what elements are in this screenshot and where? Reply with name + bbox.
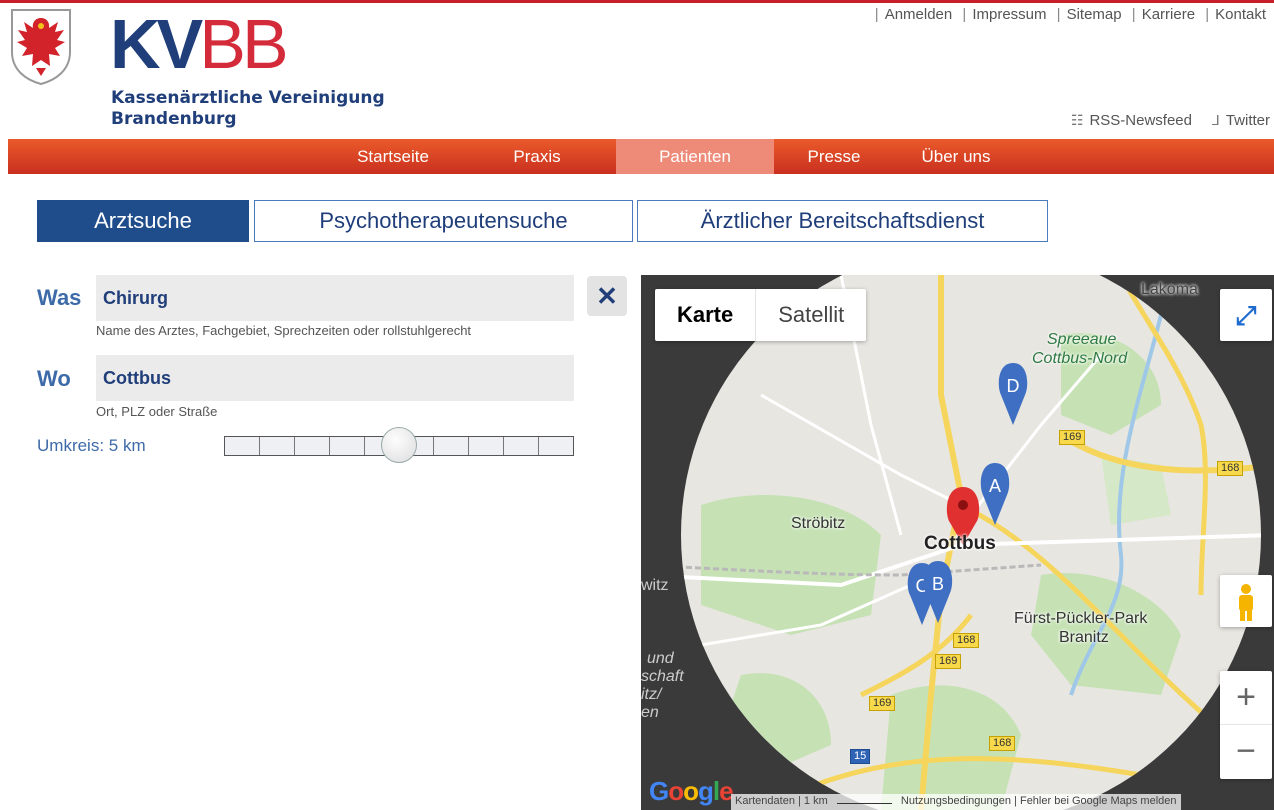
kartendaten-link[interactable]: Kartendaten <box>735 795 795 807</box>
logo-subtitle-line2: Brandenburg <box>111 109 237 129</box>
twitter-link[interactable]: ⅃ Twitter <box>1212 112 1270 129</box>
map-scale: 1 km <box>803 795 828 807</box>
map-type-control: Karte Satellit <box>655 289 867 341</box>
nav-patienten[interactable]: Patienten <box>616 139 774 174</box>
was-label: Was <box>37 285 82 310</box>
map-label-witz: witz <box>641 577 669 594</box>
svg-text:D: D <box>1007 376 1020 396</box>
road-169-b: 169 <box>935 654 962 669</box>
wo-hint: Ort, PLZ oder Straße <box>96 404 218 419</box>
terms-link[interactable]: Nutzungsbedingungen <box>901 795 1011 807</box>
map-label-schaft: schaft <box>641 668 684 685</box>
svg-text:A: A <box>989 476 1001 496</box>
social-links: ☷ RSS-Newsfeed ⅃ Twitter <box>1071 112 1270 129</box>
road-168-b: 168 <box>953 633 980 648</box>
top-accent-line <box>0 0 1274 3</box>
road-169-a: 169 <box>1059 430 1086 445</box>
logo-kv: KV <box>110 5 203 83</box>
expand-icon: ⤢ <box>1235 300 1257 330</box>
road-169-c: 169 <box>869 696 896 711</box>
map-label-stroebitz: Ströbitz <box>791 515 846 532</box>
zoom-in-button[interactable]: + <box>1220 671 1272 725</box>
link-anmelden[interactable]: Anmelden <box>885 6 953 23</box>
nav-praxis[interactable]: Praxis <box>487 139 587 174</box>
road-168-a: 168 <box>1217 461 1244 476</box>
map-label-cottbus: Cottbus <box>924 533 996 554</box>
map-panel[interactable]: D A C B Lakoma Spreeaue Cottbus-Nord Str… <box>641 275 1274 810</box>
street-view-pegman[interactable] <box>1220 575 1272 627</box>
radius-slider-handle[interactable] <box>381 427 417 463</box>
fullscreen-button[interactable]: ⤢ <box>1220 289 1272 341</box>
google-logo[interactable]: Google <box>649 776 734 807</box>
tab-bereitschaftsdienst[interactable]: Ärztlicher Bereitschaftsdienst <box>637 200 1048 242</box>
map-type-satellit[interactable]: Satellit <box>756 289 866 341</box>
clear-button[interactable]: ✕ <box>587 276 627 316</box>
report-link[interactable]: Fehler bei Google Maps melden <box>1020 795 1177 807</box>
map-label-branitz: Branitz <box>1059 629 1109 646</box>
was-hint: Name des Arztes, Fachgebiet, Sprechzeite… <box>96 323 472 338</box>
map-label-fuerst: Fürst-Pückler-Park <box>1014 610 1148 627</box>
twitter-label: Twitter <box>1225 112 1270 129</box>
top-links: | Anmelden | Impressum | Sitemap | Karriere … <box>874 6 1266 23</box>
logo-subtitle: Kassenärztliche Vereinigung Brandenburg <box>111 88 385 130</box>
map-label-cottbus-nord: Cottbus-Nord <box>1032 350 1128 367</box>
nav-presse[interactable]: Presse <box>774 139 894 174</box>
link-kontakt[interactable]: Kontakt <box>1215 6 1266 23</box>
pegman-icon <box>1239 584 1253 621</box>
map-label-en: en <box>641 704 659 721</box>
nav-startseite[interactable]: Startseite <box>333 139 453 174</box>
rss-link[interactable]: ☷ RSS-Newsfeed <box>1071 112 1192 129</box>
map-label-lakoma: Lakoma <box>1141 281 1198 298</box>
map-label-itz: itz/ <box>641 686 662 703</box>
wo-input[interactable]: Cottbus <box>96 355 574 401</box>
logo-wordmark[interactable]: KVBB <box>110 5 289 83</box>
svg-text:B: B <box>932 574 944 594</box>
map-type-karte[interactable]: Karte <box>655 289 757 341</box>
radius-label: Umkreis: 5 km <box>37 436 146 455</box>
tab-arztsuche[interactable]: Arztsuche <box>37 200 249 242</box>
was-input[interactable]: Chirurg <box>96 275 574 321</box>
map-label-spreeaue: Spreeaue <box>1047 331 1117 348</box>
zoom-out-button[interactable]: − <box>1220 725 1272 779</box>
main-nav: Startseite Praxis Patienten Presse Über … <box>8 139 1274 174</box>
map-footer: Kartendaten | 1 km Nutzungsbedingungen |… <box>731 794 1181 810</box>
logo-bb: BB <box>199 5 288 83</box>
brandenburg-eagle-crest-icon[interactable] <box>8 6 74 86</box>
link-impressum[interactable]: Impressum <box>972 6 1046 23</box>
map-label-und: und <box>647 650 674 667</box>
road-15: 15 <box>850 749 871 764</box>
tab-psychotherapeutensuche[interactable]: Psychotherapeutensuche <box>254 200 633 242</box>
twitter-icon: ⅃ <box>1212 112 1220 128</box>
rss-label: RSS-Newsfeed <box>1089 112 1192 129</box>
link-karriere[interactable]: Karriere <box>1142 6 1195 23</box>
link-sitemap[interactable]: Sitemap <box>1067 6 1122 23</box>
road-168-c: 168 <box>989 736 1016 751</box>
zoom-control: + − <box>1220 671 1272 779</box>
wo-label: Wo <box>37 366 71 391</box>
nav-ueber-uns[interactable]: Über uns <box>896 139 1016 174</box>
rss-icon: ☷ <box>1070 112 1084 128</box>
logo-subtitle-line1: Kassenärztliche Vereinigung <box>111 88 385 108</box>
